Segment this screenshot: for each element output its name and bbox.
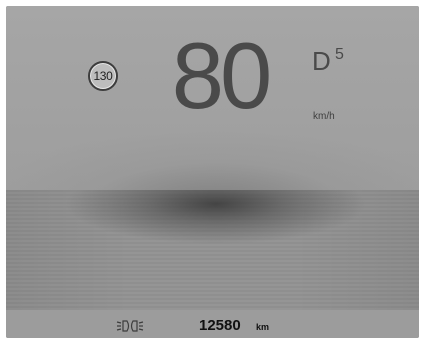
gear-indicator: D xyxy=(312,46,331,76)
road-vignette xyxy=(6,190,419,310)
low-beam-headlight-icon xyxy=(116,320,144,332)
odometer-value: 12580 xyxy=(199,317,241,334)
current-speed: 80 xyxy=(171,23,273,128)
gear-number: 5 xyxy=(335,46,344,63)
speed-limit-sign: 130 xyxy=(88,61,118,91)
instrument-cluster: 130 80 D 5 km/h 12580 km xyxy=(6,6,419,338)
speed-unit: km/h xyxy=(313,111,335,122)
odometer-unit: km xyxy=(256,322,270,332)
screen-frame: 130 80 D 5 km/h 12580 km xyxy=(0,0,423,344)
